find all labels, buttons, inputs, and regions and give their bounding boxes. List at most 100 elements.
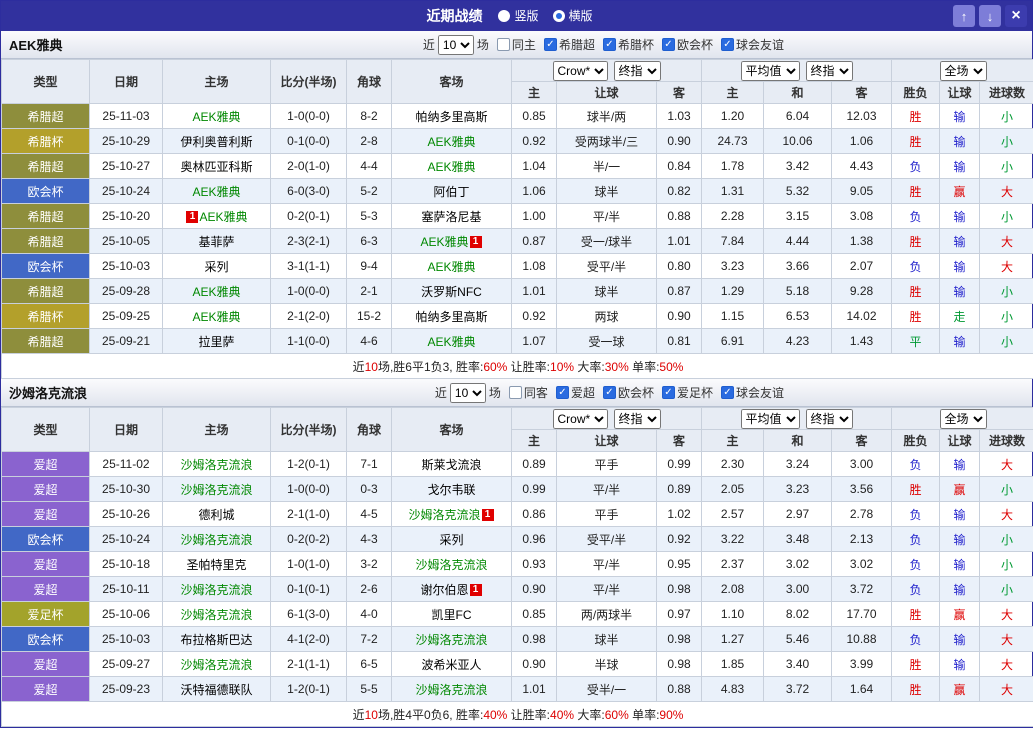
- league-filter-checkbox[interactable]: ✓ 欧会杯: [602, 384, 654, 401]
- team-link[interactable]: 帕纳多里高斯: [415, 310, 487, 324]
- team-link[interactable]: 戈尔韦联: [427, 483, 475, 497]
- odds-home: 2.08: [701, 576, 764, 602]
- team-link[interactable]: 沙姆洛克流浪: [180, 583, 252, 597]
- league-filter-checkbox[interactable]: ✓ 欧会杯: [661, 36, 713, 53]
- team-link[interactable]: 拉里萨: [198, 335, 234, 349]
- period-select[interactable]: 全场: [939, 60, 987, 81]
- checkbox-icon[interactable]: ✓: [720, 386, 734, 399]
- checkbox-icon[interactable]: ✓: [720, 38, 734, 51]
- team-link[interactable]: 凯里FC: [432, 608, 472, 622]
- checkbox-label: 同主: [511, 38, 536, 52]
- result-goals: 大: [979, 626, 1033, 652]
- team-link[interactable]: 沙姆洛克流浪: [180, 533, 252, 547]
- league-filter-checkbox[interactable]: ✓ 球会友谊: [720, 384, 784, 401]
- league-filter-checkbox[interactable]: ✓ 希腊杯: [602, 36, 654, 53]
- checkbox-icon[interactable]: [508, 386, 522, 399]
- home-team: 沃特福德联队: [162, 676, 271, 702]
- checkbox-icon[interactable]: [496, 38, 510, 51]
- team-link[interactable]: 塞萨洛尼基: [421, 210, 481, 224]
- layout-radio[interactable]: 横版: [552, 7, 593, 24]
- checkbox-label: 球会友谊: [735, 386, 784, 400]
- euro-time-select[interactable]: 终指: [805, 60, 853, 81]
- result-goals: 小: [979, 526, 1033, 552]
- result-winloss: 负: [891, 153, 941, 179]
- summary-text: 单率:: [628, 359, 660, 374]
- team-link[interactable]: 沙姆洛克流浪: [415, 633, 487, 647]
- team-link[interactable]: 奥林匹亚科斯: [180, 160, 252, 174]
- column-header: 主场: [162, 59, 271, 104]
- scroll-down-button[interactable]: ↓: [979, 5, 1001, 27]
- summary-text: 近: [352, 707, 365, 722]
- team-link[interactable]: 沙姆洛克流浪: [415, 558, 487, 572]
- team-link[interactable]: 德利城: [198, 508, 234, 522]
- euro-time-select[interactable]: 终指: [805, 408, 853, 429]
- team-link[interactable]: 阿伯丁: [433, 185, 469, 199]
- handicap-time-select[interactable]: 终指: [613, 60, 661, 81]
- scroll-up-button[interactable]: ↑: [953, 5, 975, 27]
- ah-line: 受两球半/三: [556, 128, 657, 154]
- team-link[interactable]: 基菲萨: [198, 235, 234, 249]
- result-winloss: 负: [891, 626, 941, 652]
- team-link[interactable]: 沙姆洛克流浪: [180, 608, 252, 622]
- league-filter-checkbox[interactable]: 同主: [496, 36, 536, 53]
- team-link[interactable]: 采列: [439, 533, 463, 547]
- result-handicap: 走: [939, 303, 981, 329]
- checkbox-icon[interactable]: ✓: [661, 38, 675, 51]
- team-link[interactable]: 沃罗斯NFC: [421, 285, 482, 299]
- match-score: 3-1(1-1): [270, 253, 347, 279]
- team-link[interactable]: AEK雅典: [192, 110, 240, 124]
- checkbox-icon[interactable]: ✓: [543, 38, 557, 51]
- checkbox-icon[interactable]: ✓: [661, 386, 675, 399]
- league-filter-checkbox[interactable]: ✓ 爱足杯: [661, 384, 713, 401]
- checkbox-label: 爱足杯: [676, 386, 713, 400]
- average-select[interactable]: 平均值: [740, 60, 800, 81]
- handicap-time-select[interactable]: 终指: [613, 408, 661, 429]
- odds-away: 10.88: [830, 626, 893, 652]
- bookmaker-select[interactable]: Crow*: [552, 60, 608, 81]
- team-link[interactable]: 沙姆洛克流浪: [180, 458, 252, 472]
- team-link[interactable]: 圣帕特里克: [186, 558, 246, 572]
- column-header: 客场: [391, 59, 512, 104]
- league-badge: 爱足杯: [1, 601, 90, 627]
- checkbox-icon[interactable]: ✓: [555, 386, 569, 399]
- match-date: 25-10-06: [89, 601, 163, 627]
- team-link[interactable]: 帕纳多里高斯: [415, 110, 487, 124]
- league-filter-checkbox[interactable]: ✓ 爱超: [555, 384, 595, 401]
- team-link[interactable]: AEK雅典: [420, 235, 468, 249]
- average-select[interactable]: 平均值: [740, 408, 800, 429]
- checkbox-icon[interactable]: ✓: [602, 386, 616, 399]
- match-count-select[interactable]: 10: [449, 382, 486, 403]
- match-count-select[interactable]: 10: [437, 34, 474, 55]
- team-link[interactable]: 沙姆洛克流浪: [408, 508, 480, 522]
- layout-radio[interactable]: 竖版: [498, 7, 539, 24]
- league-filter-checkbox[interactable]: 同客: [508, 384, 548, 401]
- team-link[interactable]: 采列: [204, 260, 228, 274]
- team-link[interactable]: AEK雅典: [192, 310, 240, 324]
- league-filter-checkbox[interactable]: ✓ 球会友谊: [720, 36, 784, 53]
- team-link[interactable]: AEK雅典: [192, 285, 240, 299]
- period-select[interactable]: 全场: [939, 408, 987, 429]
- team-link[interactable]: AEK雅典: [427, 260, 475, 274]
- team-link[interactable]: AEK雅典: [427, 160, 475, 174]
- summary-text: 场,胜4平0负6, 胜率:: [377, 707, 484, 722]
- team-link[interactable]: 斯莱戈流浪: [421, 458, 481, 472]
- close-button[interactable]: ×: [1005, 5, 1027, 27]
- team-link[interactable]: 谢尔伯恩: [420, 583, 468, 597]
- team-link[interactable]: AEK雅典: [192, 185, 240, 199]
- radio-label-text: 竖版: [514, 9, 539, 24]
- team-link[interactable]: 波希米亚人: [421, 658, 481, 672]
- team-link[interactable]: 沙姆洛克流浪: [180, 483, 252, 497]
- team-link[interactable]: 伊利奥普利斯: [180, 135, 252, 149]
- bookmaker-select[interactable]: Crow*: [552, 408, 608, 429]
- team-link[interactable]: 沃特福德联队: [180, 683, 252, 697]
- match-date: 25-10-05: [89, 228, 163, 254]
- team-link[interactable]: AEK雅典: [427, 135, 475, 149]
- checkbox-icon[interactable]: ✓: [602, 38, 616, 51]
- league-filter-checkbox[interactable]: ✓ 希腊超: [543, 36, 595, 53]
- team-link[interactable]: AEK雅典: [199, 210, 247, 224]
- team-link[interactable]: 沙姆洛克流浪: [180, 658, 252, 672]
- team-link[interactable]: AEK雅典: [427, 335, 475, 349]
- team-link[interactable]: 布拉格斯巴达: [180, 633, 252, 647]
- match-row: 爱超 25-10-11 沙姆洛克流浪 0-1(0-1) 2-6 谢尔伯恩 1 0.90 平/半 0…: [1, 576, 1033, 602]
- team-link[interactable]: 沙姆洛克流浪: [415, 683, 487, 697]
